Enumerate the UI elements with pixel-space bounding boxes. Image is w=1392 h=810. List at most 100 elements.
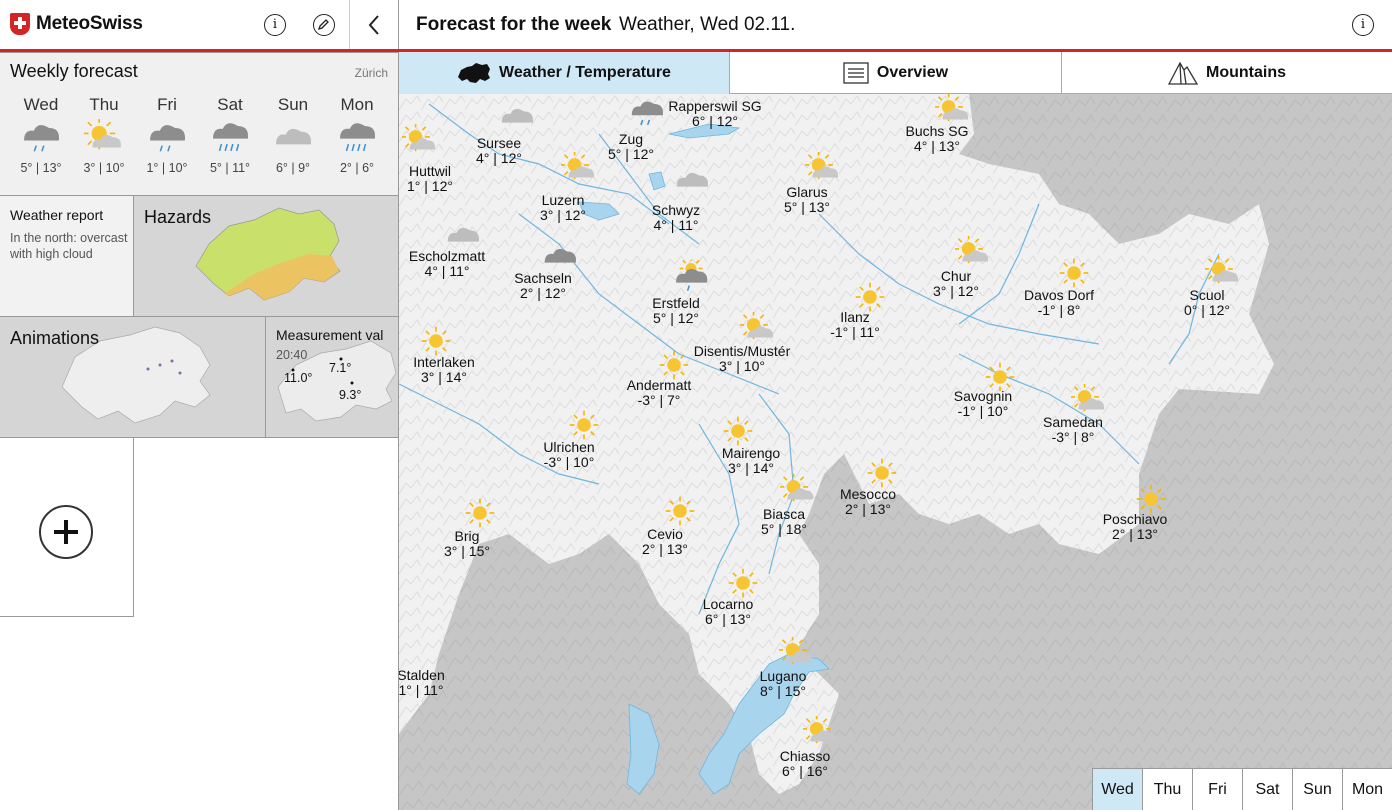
map-location[interactable]: Sursee 4° | 12° <box>476 136 522 166</box>
location-temps: 4° | 12° <box>476 150 522 166</box>
location-name: Ulrichen <box>543 439 595 455</box>
measurement-values-tile[interactable]: Measurement val 20:40 7.1° 11.0° 9.3° <box>265 316 399 438</box>
map-location[interactable]: Schwyz 4° | 11° <box>652 203 700 233</box>
weather-report-title: Weather report <box>10 207 104 223</box>
forecast-day-name: Wed <box>23 95 59 114</box>
page-header: Forecast for the week Weather, Wed 02.11… <box>399 0 1392 52</box>
location-temps: 3° | 14° <box>728 460 774 476</box>
map-location[interactable]: Lugano 8° | 15° <box>760 669 807 699</box>
map-location[interactable]: Erstfeld 5° | 12° <box>652 296 699 326</box>
forecast-day-name: Sat <box>217 95 243 114</box>
location-name: Biasca <box>762 506 806 522</box>
map-location[interactable]: Ilanz -1° | 11° <box>830 310 880 340</box>
location-name: Andermatt <box>626 377 692 393</box>
forecast-day-temps: 5° | 11° <box>209 161 251 175</box>
map-location[interactable]: Stalden 1° | 11° <box>399 668 445 698</box>
day-tab-mon[interactable]: Mon <box>1342 768 1392 810</box>
forecast-day-name: Fri <box>157 95 177 114</box>
map-location[interactable]: Cevio 2° | 13° <box>642 527 688 557</box>
location-temps: -1° | 8° <box>1037 302 1081 318</box>
map-location[interactable]: Escholzmatt 4° | 11° <box>409 249 485 279</box>
edit-button[interactable] <box>313 14 335 36</box>
info-button[interactable]: i <box>1352 14 1374 36</box>
day-tab-thu[interactable]: Thu <box>1142 768 1192 810</box>
day-tab-sun[interactable]: Sun <box>1292 768 1342 810</box>
map-location[interactable]: Poschiavo 2° | 13° <box>1103 512 1168 542</box>
map-location[interactable]: Samedan -3° | 8° <box>1043 415 1103 445</box>
map-location[interactable]: Sachseln 2° | 12° <box>514 271 572 301</box>
sun-cloud-icon <box>401 122 436 163</box>
list-icon <box>843 62 869 84</box>
location-name: Stalden <box>399 667 445 683</box>
tab-mountains[interactable]: Mountains <box>1062 52 1392 94</box>
location-name: Cevio <box>647 526 683 542</box>
tab-overview[interactable]: Overview <box>730 52 1062 94</box>
weekly-forecast-location: Zürich <box>354 66 388 80</box>
weather-map[interactable]: Huttwil 1° | 12° Sursee 4° | 12° Zug 5° | … <box>399 94 1392 810</box>
forecast-day: Thu 3° | 10° <box>74 95 134 175</box>
day-tab-fri[interactable]: Fri <box>1192 768 1242 810</box>
swiss-shield-logo-icon <box>10 13 30 35</box>
map-location[interactable]: Rapperswil SG 6° | 12° <box>668 99 761 129</box>
map-location[interactable]: Chiasso 6° | 16° <box>780 749 831 779</box>
map-location[interactable]: Glarus 5° | 13° <box>784 185 830 215</box>
location-name: Sachseln <box>514 270 572 286</box>
tab-label: Overview <box>876 64 949 81</box>
location-temps: 2° | 12° <box>520 285 566 301</box>
map-location[interactable]: Davos Dorf -1° | 8° <box>1024 288 1094 318</box>
map-location[interactable]: Savognin -1° | 10° <box>954 389 1012 419</box>
location-temps: 6° | 13° <box>705 611 751 627</box>
app-header: MeteoSwiss i <box>0 0 399 52</box>
location-temps: 6° | 12° <box>692 113 738 129</box>
sun-cloud-icon <box>560 150 595 191</box>
location-temps: 2° | 13° <box>845 501 891 517</box>
map-location[interactable]: Locarno 6° | 13° <box>703 597 754 627</box>
switzerland-icon <box>458 62 491 83</box>
location-temps: 1° | 12° <box>407 178 453 194</box>
location-name: Rapperswil SG <box>668 98 762 114</box>
location-name: Poschiavo <box>1102 511 1168 527</box>
location-temps: -3° | 8° <box>1051 429 1095 445</box>
info-button[interactable]: i <box>264 14 286 36</box>
map-location[interactable]: Zug 5° | 12° <box>608 132 654 162</box>
location-temps: 3° | 12° <box>540 207 586 223</box>
tab-weather-temperature[interactable]: Weather / Temperature <box>399 52 730 94</box>
weekly-forecast-tile[interactable]: Weekly forecast Zürich Wed 5° | 13° Thu 3… <box>0 52 399 196</box>
location-temps: 5° | 13° <box>784 199 830 215</box>
day-tab-wed[interactable]: Wed <box>1092 768 1142 810</box>
map-location[interactable]: Scuol 0° | 12° <box>1184 288 1230 318</box>
add-tile-button[interactable] <box>0 437 134 617</box>
map-location[interactable]: Interlaken 3° | 14° <box>413 355 474 385</box>
map-location[interactable]: Buchs SG 4° | 13° <box>905 124 968 154</box>
map-location[interactable]: Brig 3° | 15° <box>444 529 490 559</box>
map-location[interactable]: Ulrichen -3° | 10° <box>543 440 594 470</box>
location-name: Escholzmatt <box>408 248 486 264</box>
map-location[interactable]: Biasca 5° | 18° <box>761 507 807 537</box>
location-name: Glarus <box>786 184 828 200</box>
cloud-icon <box>499 100 534 139</box>
collapse-panel-button[interactable] <box>349 0 399 49</box>
rain-cloud-icon <box>629 96 664 135</box>
map-location[interactable]: Andermatt -3° | 7° <box>627 378 692 408</box>
forecast-day-temps: 6° | 9° <box>275 161 311 175</box>
animations-tile[interactable]: Animations <box>0 316 266 438</box>
measurement-value: 9.3° <box>339 388 362 402</box>
day-tab-sat[interactable]: Sat <box>1242 768 1292 810</box>
location-name: Scuol <box>1189 287 1225 303</box>
rain-cloud-icon <box>24 125 60 152</box>
map-location[interactable]: Mairengo 3° | 14° <box>722 446 780 476</box>
map-location[interactable]: Disentis/Mustér 3° | 10° <box>694 344 790 374</box>
sun-cloud-icon <box>83 117 121 150</box>
hazards-tile[interactable]: Hazards <box>133 195 399 317</box>
weather-report-tile[interactable]: Weather report In the north: overcast wi… <box>0 195 134 317</box>
map-location[interactable]: Chur 3° | 12° <box>933 269 979 299</box>
location-temps: 0° | 12° <box>1184 302 1230 318</box>
map-location[interactable]: Huttwil 1° | 12° <box>407 164 453 194</box>
rain-cloud-icon <box>150 125 186 152</box>
location-temps: -1° | 10° <box>957 403 1009 419</box>
forecast-day: Fri 1° | 10° <box>137 95 197 175</box>
map-location[interactable]: Mesocco 2° | 13° <box>840 487 896 517</box>
location-temps: 3° | 15° <box>444 543 490 559</box>
tab-label: Mountains <box>1206 64 1286 81</box>
map-location[interactable]: Luzern 3° | 12° <box>540 193 586 223</box>
